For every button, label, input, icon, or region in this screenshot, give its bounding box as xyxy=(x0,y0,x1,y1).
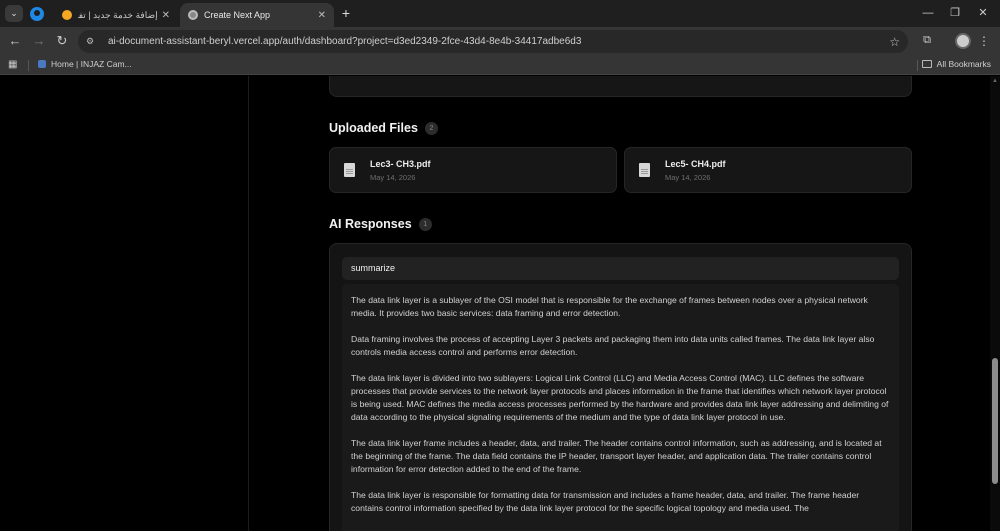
document-icon xyxy=(344,163,355,177)
extensions-icon[interactable]: ⧉ xyxy=(920,34,934,48)
count-badge: 2 xyxy=(424,121,438,135)
response-body[interactable]: The data link layer is a sublayer of the… xyxy=(342,284,899,531)
ai-responses-heading: AI Responses 1 xyxy=(329,217,432,231)
document-icon xyxy=(639,163,650,177)
previous-section-card xyxy=(329,76,912,97)
reload-button[interactable]: ↻ xyxy=(54,33,70,49)
sidebar-divider xyxy=(248,76,249,531)
browser-toolbar: ← → ↻ ⚙ ai-document-assistant-beryl.verc… xyxy=(0,27,1000,56)
bookmarks-bar: ▦ Home | INJAZ Cam... All Bookmarks xyxy=(0,56,1000,75)
tab-search-button[interactable]: ⌄ xyxy=(5,5,23,22)
tab-active[interactable]: Create Next App ✕ xyxy=(180,3,334,27)
back-button[interactable]: ← xyxy=(7,33,23,49)
file-date: May 14, 2026 xyxy=(665,172,711,182)
tab-strip: ⌄ إضافة خدمة جديد | تفذلي (3) ✕ Create N… xyxy=(0,0,1000,27)
tab-title: Create Next App xyxy=(204,10,271,20)
scroll-up-icon[interactable]: ▲ xyxy=(992,78,998,84)
more-menu-icon[interactable]: ⋮ xyxy=(978,33,990,49)
bookmark-label: Home | INJAZ Cam... xyxy=(51,59,132,69)
file-name: Lec3- CH3.pdf xyxy=(370,158,431,169)
tab-inactive[interactable]: إضافة خدمة جديد | تفذلي (3) ✕ xyxy=(54,3,178,27)
browser-window: ⌄ إضافة خدمة جديد | تفذلي (3) ✕ Create N… xyxy=(0,0,1000,531)
count-badge: 1 xyxy=(418,217,432,231)
ai-response-card: summarize The data link layer is a subla… xyxy=(329,243,912,531)
minimize-icon[interactable]: — xyxy=(918,4,938,22)
close-icon[interactable]: ✕ xyxy=(162,10,170,21)
scrollbar-thumb[interactable] xyxy=(992,358,998,484)
address-url: ai-document-assistant-beryl.vercel.app/a… xyxy=(108,36,582,47)
response-paragraph: Data framing involves the process of acc… xyxy=(351,334,875,357)
file-card[interactable]: Lec5- CH4.pdf May 14, 2026 xyxy=(624,147,912,193)
apps-grid-icon[interactable]: ▦ xyxy=(8,59,17,70)
bookmark-favicon-icon xyxy=(38,60,46,68)
site-info-icon[interactable]: ⚙ xyxy=(86,36,98,47)
response-paragraph: The data link layer frame includes a hea… xyxy=(351,438,882,474)
file-name: Lec5- CH4.pdf xyxy=(665,158,726,169)
file-date: May 14, 2026 xyxy=(370,172,416,182)
file-card[interactable]: Lec3- CH3.pdf May 14, 2026 xyxy=(329,147,617,193)
tab-favicon-icon xyxy=(62,10,72,20)
globe-icon xyxy=(188,10,198,20)
new-tab-button[interactable]: + xyxy=(338,5,354,21)
page-scrollbar[interactable]: ▲ xyxy=(990,76,1000,531)
section-title: Uploaded Files xyxy=(329,121,418,135)
response-paragraph: The data link layer is responsible for f… xyxy=(351,490,860,513)
bookmark-star-icon[interactable]: ☆ xyxy=(889,35,900,49)
response-paragraph: The data link layer is divided into two … xyxy=(351,373,889,422)
restore-icon[interactable]: ❐ xyxy=(945,4,965,22)
window-close-icon[interactable]: ✕ xyxy=(973,4,993,22)
forward-button[interactable]: → xyxy=(31,33,47,49)
address-bar[interactable]: ⚙ ai-document-assistant-beryl.vercel.app… xyxy=(78,30,908,53)
page-viewport: Uploaded Files 2 Lec3- CH3.pdf May 14, 2… xyxy=(0,76,1000,531)
chevron-down-icon: ⌄ xyxy=(10,8,18,18)
uploaded-files-heading: Uploaded Files 2 xyxy=(329,121,438,135)
all-bookmarks-label: All Bookmarks xyxy=(936,59,991,69)
bookmarks-divider xyxy=(917,60,918,71)
bookmark-item[interactable]: Home | INJAZ Cam... xyxy=(38,59,132,69)
all-bookmarks-button[interactable]: All Bookmarks xyxy=(921,59,991,69)
tab-title: إضافة خدمة جديد | تفذلي (3) xyxy=(78,9,158,20)
close-icon[interactable]: ✕ xyxy=(318,10,326,21)
profile-avatar[interactable] xyxy=(955,33,971,49)
pinned-app-icon[interactable] xyxy=(30,7,44,21)
response-prompt: summarize xyxy=(342,257,899,280)
bookmarks-divider xyxy=(28,60,29,71)
section-title: AI Responses xyxy=(329,217,412,231)
folder-icon xyxy=(921,60,932,68)
response-paragraph: The data link layer is a sublayer of the… xyxy=(351,295,868,318)
